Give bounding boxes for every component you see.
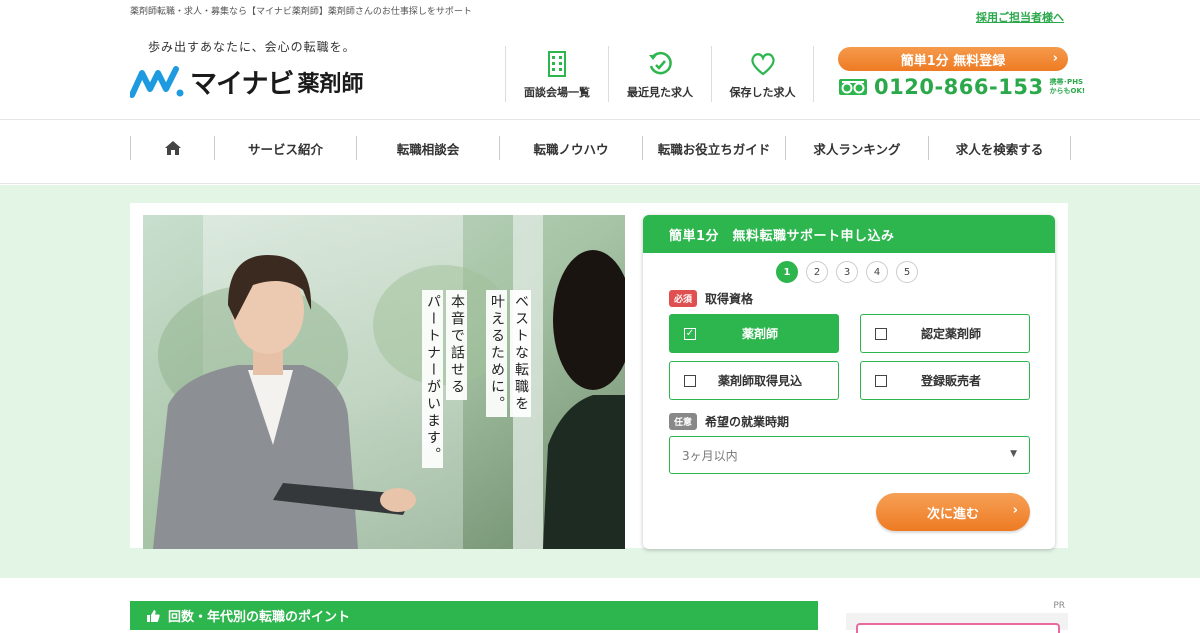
- history-icon: [649, 51, 672, 75]
- qualification-label: 必須 取得資格: [669, 290, 753, 307]
- optional-badge: 任意: [669, 413, 698, 430]
- checkbox-checked-icon: ✓: [684, 327, 696, 340]
- required-badge: 必須: [669, 290, 698, 307]
- option-certified-pharmacist-label: 認定薬剤師: [920, 327, 981, 341]
- checkbox-icon: [875, 327, 887, 340]
- step-3: 3: [836, 261, 858, 283]
- step-2: 2: [806, 261, 828, 283]
- tagline: 歩み出すあなたに、会心の転職を。: [148, 40, 356, 54]
- building-icon: [548, 51, 566, 77]
- nav-service[interactable]: サービス紹介: [214, 136, 356, 160]
- nav-recent-jobs[interactable]: 最近見た求人: [608, 46, 711, 102]
- section-heading: 回数・年代別の転職のポイント: [130, 601, 818, 630]
- nav-venue-list-label: 面談会場一覧: [524, 86, 590, 99]
- option-pharmacist[interactable]: ✓ 薬剤師: [669, 314, 839, 353]
- header-topline: 薬剤師転職・求人・募集なら【マイナビ薬剤師】薬剤師さんのお仕事探しをサポート: [130, 7, 472, 17]
- step-5: 5: [896, 261, 918, 283]
- nav-guide[interactable]: 転職お役立ちガイド: [642, 136, 785, 160]
- chevron-right-icon: ›: [1052, 51, 1058, 66]
- pr-banner-frame: [856, 623, 1060, 633]
- option-certified-pharmacist[interactable]: 認定薬剤師: [860, 314, 1030, 353]
- start-timing-label: 任意 希望の就業時期: [669, 413, 789, 430]
- phone-contact[interactable]: 0120-866-153 携帯･PHS からもOK!: [838, 75, 1085, 99]
- hero-photo-illustration: [143, 215, 625, 549]
- phone-note-line-2: からもOK!: [1049, 87, 1086, 95]
- hero-copy-line-4: パートナーがいます。: [422, 290, 443, 468]
- nav-search[interactable]: 求人を検索する: [928, 136, 1071, 160]
- site-header: 薬剤師転職・求人・募集なら【マイナビ薬剤師】薬剤師さんのお仕事探しをサポート 採…: [0, 0, 1200, 120]
- heart-icon: [750, 53, 775, 76]
- register-button[interactable]: 簡単1分 無料登録 ›: [838, 47, 1068, 71]
- header-utility-nav: 面談会場一覧 最近見た求人 保存した求人: [505, 46, 814, 102]
- pr-banner[interactable]: PR: [846, 601, 1068, 633]
- option-registered-seller-label: 登録販売者: [920, 374, 981, 388]
- site-logo[interactable]: マイナビ 薬剤師: [130, 62, 363, 101]
- logo-sub-text: 薬剤師: [297, 71, 364, 97]
- hero-copy-line-3: 本音で話せる: [446, 290, 467, 400]
- nav-saved-jobs-label: 保存した求人: [729, 86, 796, 99]
- qualification-label-text: 取得資格: [705, 292, 754, 306]
- nav-recent-jobs-label: 最近見た求人: [627, 86, 693, 99]
- option-pharmacist-label: 薬剤師: [741, 327, 778, 341]
- phone-note: 携帯･PHS からもOK!: [1050, 78, 1086, 96]
- start-timing-value: 3ヶ月以内: [682, 448, 738, 463]
- phone-note-line-1: 携帯･PHS: [1049, 78, 1084, 86]
- nav-ranking[interactable]: 求人ランキング: [785, 136, 928, 160]
- logo-main-text: マイナビ: [190, 69, 294, 100]
- nav-home[interactable]: [130, 136, 214, 160]
- start-timing-label-text: 希望の就業時期: [705, 415, 790, 429]
- signup-form: 簡単1分 無料転職サポート申し込み 1 2 3 4 5 必須 取得資格 ✓ 薬剤…: [643, 215, 1055, 549]
- start-timing-select[interactable]: 3ヶ月以内 ▼: [669, 436, 1030, 474]
- nav-knowhow[interactable]: 転職ノウハウ: [499, 136, 642, 160]
- hero-copy-line-1: ベストな転職を: [510, 290, 531, 417]
- recruiter-link[interactable]: 採用ご担当者様へ: [976, 9, 1064, 25]
- step-indicator: 1 2 3 4 5: [776, 261, 926, 283]
- step-4: 4: [866, 261, 888, 283]
- pr-label: PR: [1053, 601, 1065, 611]
- hero-section: ベストな転職を 叶えるために。 本音で話せる パートナーがいます。 簡単1分 無…: [0, 185, 1200, 578]
- next-button[interactable]: 次に進む ›: [876, 493, 1030, 531]
- hero-copy-line-2: 叶えるために。: [486, 290, 507, 417]
- section-heading-text: 回数・年代別の転職のポイント: [168, 610, 351, 625]
- option-pharmacist-expected-label: 薬剤師取得見込: [717, 374, 802, 388]
- next-button-label: 次に進む: [926, 506, 979, 522]
- step-1: 1: [776, 261, 798, 283]
- checkbox-icon: [684, 374, 696, 387]
- option-pharmacist-expected[interactable]: 薬剤師取得見込: [669, 361, 839, 400]
- option-registered-seller[interactable]: 登録販売者: [860, 361, 1030, 400]
- caret-down-icon: ▼: [1010, 449, 1017, 459]
- home-icon: [164, 141, 181, 155]
- chevron-right-icon: ›: [1012, 503, 1018, 518]
- form-title: 簡単1分 無料転職サポート申し込み: [643, 215, 1055, 253]
- register-button-label: 簡単1分 無料登録: [900, 53, 1006, 69]
- hero-box: ベストな転職を 叶えるために。 本音で話せる パートナーがいます。 簡単1分 無…: [130, 203, 1068, 549]
- checkbox-icon: [875, 374, 887, 387]
- nav-saved-jobs[interactable]: 保存した求人: [711, 46, 814, 102]
- global-nav: サービス紹介 転職相談会 転職ノウハウ 転職お役立ちガイド 求人ランキング 求人…: [0, 120, 1200, 184]
- nav-venue-list[interactable]: 面談会場一覧: [505, 46, 608, 102]
- phone-number: 0120-866-153: [874, 75, 1044, 99]
- logo-mark-icon: [130, 65, 184, 98]
- nav-consultation[interactable]: 転職相談会: [356, 136, 499, 160]
- thumbs-up-icon: [147, 609, 160, 622]
- free-dial-icon: [839, 79, 867, 95]
- hero-photo: ベストな転職を 叶えるために。 本音で話せる パートナーがいます。: [143, 215, 625, 549]
